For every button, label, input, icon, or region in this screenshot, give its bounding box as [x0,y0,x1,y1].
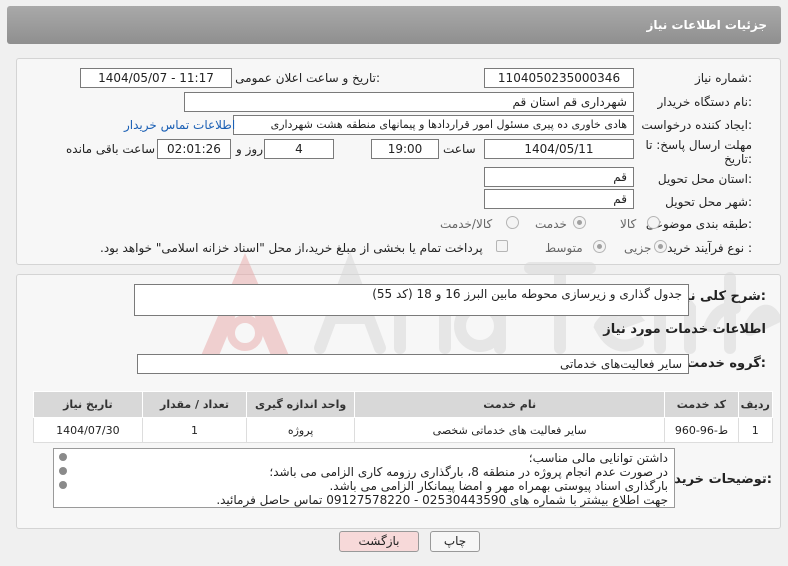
note-line-3: بارگذاری اسناد پیوستی بهمراه مهر و امضا … [329,479,668,493]
requester-field[interactable]: هادی خاوری ده پیری مسئول امور قراردادها … [233,115,634,135]
deadline-label-line1: مهلت ارسال پاسخ: تا [645,138,752,152]
need-info-panel [16,58,781,265]
process-medium-label: متوسط [545,241,583,255]
category-goods-service-label: کالا/خدمت [440,217,493,231]
buyer-notes-textarea[interactable]: داشتن توانایی مالی مناسب؛ در صورت عدم ان… [53,448,675,508]
cell-name: سایر فعالیت های خدماتی شخصی [353,417,666,443]
deadline-days-label: روز و [236,142,263,156]
cell-date: 1404/07/30 [33,417,143,443]
col-qty-header: تعداد / مقدار [141,391,248,418]
col-name-header: نام خدمت [353,391,666,418]
table-header-row: ردیف کد خدمت نام خدمت واحد اندازه گیری ت… [33,391,774,418]
delivery-province-field[interactable]: قم [484,167,634,187]
remaining-time-label: ساعت باقی مانده [66,142,156,156]
service-group-field[interactable]: سایر فعالیت‌های خدماتی [137,354,689,374]
buyer-notes-label: توضیحات خریدار: [662,472,772,487]
summary-field[interactable]: جدول گذاری و زیرسازی محوطه مابین البرز 1… [134,284,689,316]
note-line-2: در صورت عدم انجام پروژه در منطقه 8، بارگ… [269,465,668,479]
page-title: جزئیات اطلاعات نیاز [646,18,767,32]
delivery-city-label: شهر محل تحویل: [665,195,752,209]
table-row[interactable]: 1 ط-96-960 سایر فعالیت های خدماتی شخصی پ… [33,417,774,443]
need-number-label: شماره نیاز: [694,71,752,85]
col-code-header: کد خدمت [664,391,739,418]
deadline-label-line2: تاریخ: [724,152,752,166]
buyer-contact-link[interactable]: اطلاعات تماس خریدار [124,118,235,132]
process-type-label: نوع فرآیند خرید : [667,241,752,255]
deadline-date-field[interactable]: 1404/05/11 [484,139,634,159]
remaining-time-field[interactable]: 02:01:26 [157,139,231,159]
col-row-header: ردیف [737,391,774,418]
delivery-city-field[interactable]: قم [484,189,634,209]
category-goods-label: کالا [620,217,637,231]
treasury-payment-checkbox[interactable] [496,240,508,252]
category-label: طبقه بندی موضوعی: [645,217,752,231]
service-group-label: گروه خدمت: [686,356,766,371]
print-button[interactable]: چاپ [430,531,480,552]
process-radio-minor[interactable] [654,240,667,253]
col-date-header: تاریخ نیاز [33,391,143,418]
services-table: ردیف کد خدمت نام خدمت واحد اندازه گیری ت… [33,391,774,443]
category-radio-goods[interactable] [647,216,660,229]
requester-label: ایجاد کننده درخواست: [641,118,752,132]
page-header: جزئیات اطلاعات نیاز [7,6,781,44]
deadline-time-field[interactable]: 19:00 [371,139,439,159]
announce-datetime-label: تاریخ و ساعت اعلان عمومی: [235,71,380,85]
category-radio-service[interactable] [573,216,586,229]
announce-datetime-field[interactable]: 1404/05/07 - 11:17 [80,68,232,88]
note-line-4: جهت اطلاع بیشتر با شماره های 02530443590… [216,493,668,507]
deadline-days-field[interactable]: 4 [264,139,334,159]
cell-code: ط-96-960 [664,417,739,443]
cell-row: 1 [737,417,774,443]
treasury-payment-note: پرداخت تمام یا بخشی از مبلغ خرید،از محل … [100,241,483,255]
buyer-org-field[interactable]: شهرداری قم استان قم [184,92,634,112]
services-section-title: اطلاعات خدمات مورد نیاز [603,322,766,337]
process-minor-label: جزیی [624,241,652,255]
process-radio-medium[interactable] [593,240,606,253]
category-radio-goods-service[interactable] [506,216,519,229]
notes-scrollbar[interactable] [56,451,70,507]
need-number-field[interactable]: 1104050235000346 [484,68,634,88]
deadline-time-label: ساعت [443,142,476,156]
back-button[interactable]: بازگشت [339,531,419,552]
col-unit-header: واحد اندازه گیری [246,391,355,418]
note-line-1: داشتن توانایی مالی مناسب؛ [528,451,668,465]
category-service-label: خدمت [535,217,567,231]
delivery-province-label: استان محل تحویل: [657,172,752,186]
cell-qty: 1 [141,417,248,443]
buyer-org-label: نام دستگاه خریدار: [657,95,753,109]
cell-unit: پروژه [246,417,355,443]
